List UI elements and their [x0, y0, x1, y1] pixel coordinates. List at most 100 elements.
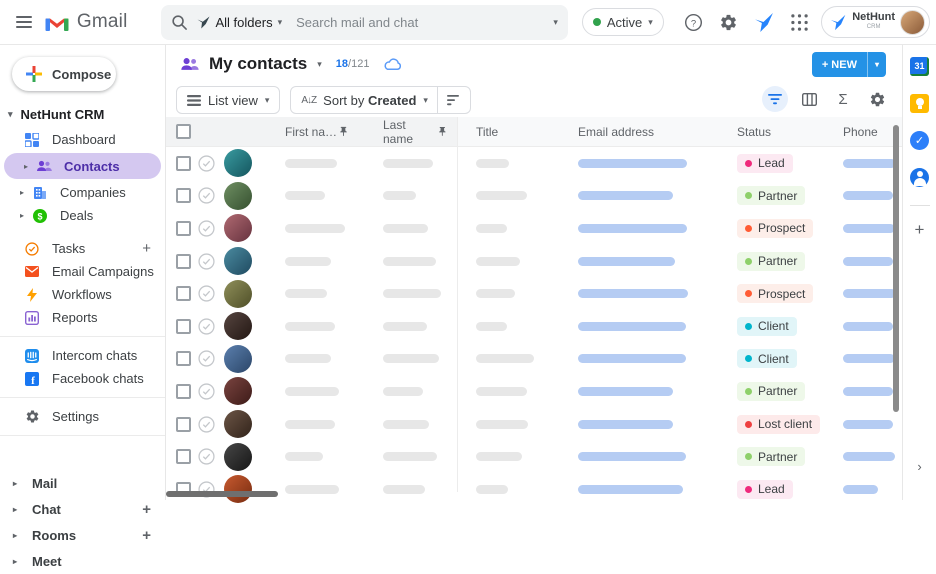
sidebar-item-intercom-chats[interactable]: Intercom chats	[0, 344, 165, 367]
select-record-check-icon[interactable]	[198, 448, 215, 465]
sort-direction-icon[interactable]	[447, 95, 460, 106]
new-record-button[interactable]: + NEW ▾	[812, 52, 886, 77]
add-task-button[interactable]: +	[142, 240, 151, 257]
pin-icon[interactable]	[437, 125, 448, 138]
status-badge[interactable]: Prospect	[737, 219, 813, 238]
view-switcher-chevron-icon[interactable]: ▾	[317, 59, 322, 70]
row-checkbox[interactable]	[176, 384, 191, 399]
contact-avatar[interactable]	[224, 182, 252, 210]
column-header-first-name[interactable]: First na…	[260, 125, 358, 139]
select-record-check-icon[interactable]	[198, 285, 215, 302]
contact-avatar[interactable]	[224, 443, 252, 471]
sidebar-item-contacts[interactable]: ▸ Contacts	[4, 153, 161, 179]
sidebar-item-deals[interactable]: ▸ $ Deals	[0, 204, 165, 227]
column-header-title[interactable]: Title	[457, 125, 578, 139]
status-badge[interactable]: Partner	[737, 382, 805, 401]
row-checkbox[interactable]	[176, 221, 191, 236]
collapse-panel-chevron-icon[interactable]: ›	[917, 459, 921, 474]
sidebar-item-tasks[interactable]: Tasks +	[0, 237, 165, 260]
search-bar[interactable]: All folders ▾ ▾	[161, 5, 568, 40]
select-record-check-icon[interactable]	[198, 383, 215, 400]
sidebar-item-dashboard[interactable]: Dashboard	[0, 128, 165, 151]
row-checkbox[interactable]	[176, 449, 191, 464]
table-row[interactable]: Prospect	[166, 277, 902, 310]
contact-avatar[interactable]	[224, 410, 252, 438]
status-badge[interactable]: Partner	[737, 447, 805, 466]
sidebar-item-mail[interactable]: ▸ Mail	[0, 470, 165, 496]
calendar-icon[interactable]: 31	[909, 55, 931, 77]
column-header-status[interactable]: Status	[737, 125, 843, 139]
table-row[interactable]: Prospect	[166, 212, 902, 245]
table-row[interactable]: Partner	[166, 245, 902, 278]
status-badge[interactable]: Partner	[737, 186, 805, 205]
status-badge[interactable]: Lead	[737, 154, 793, 173]
new-chat-button[interactable]: +	[142, 501, 151, 518]
select-record-check-icon[interactable]	[198, 253, 215, 270]
sidebar-item-reports[interactable]: Reports	[0, 306, 165, 329]
table-row[interactable]: Lost client	[166, 408, 902, 441]
google-apps-grid-button[interactable]	[784, 5, 815, 39]
contact-avatar[interactable]	[224, 280, 252, 308]
contact-avatar[interactable]	[224, 475, 252, 503]
sidebar-section-nethunt-crm[interactable]: ▾ NetHunt CRM	[0, 101, 165, 128]
expand-arrow-icon[interactable]: ▸	[8, 531, 22, 540]
status-badge[interactable]: Lost client	[737, 415, 820, 434]
search-options-chevron-icon[interactable]: ▾	[553, 17, 558, 28]
select-record-check-icon[interactable]	[198, 220, 215, 237]
sidebar-item-workflows[interactable]: Workflows	[0, 283, 165, 306]
table-settings-button[interactable]	[864, 86, 890, 112]
row-checkbox[interactable]	[176, 156, 191, 171]
column-header-email[interactable]: Email address	[578, 125, 737, 139]
vertical-scrollbar[interactable]	[893, 125, 899, 412]
sidebar-item-email-campaigns[interactable]: Email Campaigns	[0, 260, 165, 283]
help-button[interactable]: ?	[678, 5, 709, 39]
search-icon[interactable]	[171, 14, 188, 31]
contact-avatar[interactable]	[224, 377, 252, 405]
column-header-last-name[interactable]: Last name	[358, 118, 457, 146]
expand-arrow-icon[interactable]: ▸	[18, 162, 34, 171]
table-row[interactable]: Lead	[166, 147, 902, 180]
status-badge[interactable]: Client	[737, 317, 797, 336]
status-badge[interactable]: Prospect	[737, 284, 813, 303]
table-row[interactable]: Partner	[166, 375, 902, 408]
expand-arrow-icon[interactable]: ▸	[8, 505, 22, 514]
row-checkbox[interactable]	[176, 351, 191, 366]
select-record-check-icon[interactable]	[198, 416, 215, 433]
pin-icon[interactable]	[338, 125, 349, 138]
table-row[interactable]: Partner	[166, 180, 902, 213]
row-checkbox[interactable]	[176, 319, 191, 334]
table-row[interactable]: Partner	[166, 440, 902, 473]
aggregate-sigma-button[interactable]: Σ	[830, 86, 856, 112]
select-record-check-icon[interactable]	[198, 318, 215, 335]
table-row[interactable]: Lead	[166, 473, 902, 506]
new-room-button[interactable]: +	[142, 527, 151, 544]
google-contacts-icon[interactable]	[909, 166, 931, 188]
select-record-check-icon[interactable]	[198, 350, 215, 367]
get-addons-button[interactable]: +	[915, 220, 925, 240]
select-record-check-icon[interactable]	[198, 155, 215, 172]
contact-avatar[interactable]	[224, 247, 252, 275]
sidebar-item-meet[interactable]: ▸ Meet	[0, 548, 165, 574]
google-tasks-icon[interactable]: ✓	[909, 129, 931, 151]
sidebar-item-facebook-chats[interactable]: f Facebook chats	[0, 367, 165, 390]
keep-icon[interactable]	[909, 92, 931, 114]
row-checkbox[interactable]	[176, 254, 191, 269]
row-checkbox[interactable]	[176, 188, 191, 203]
sidebar-item-rooms[interactable]: ▸ Rooms +	[0, 522, 165, 548]
contact-avatar[interactable]	[224, 345, 252, 373]
availability-status-dropdown[interactable]: Active ▾	[582, 8, 664, 36]
status-badge[interactable]: Client	[737, 349, 797, 368]
search-input[interactable]	[296, 15, 553, 30]
sidebar-item-companies[interactable]: ▸ Companies	[0, 181, 165, 204]
nethunt-account-pill[interactable]: NetHuntCRM	[821, 6, 930, 38]
expand-arrow-icon[interactable]: ▸	[14, 188, 30, 197]
expand-arrow-icon[interactable]: ▸	[14, 211, 30, 220]
chevron-down-icon[interactable]: ▾	[868, 60, 886, 69]
sidebar-item-settings[interactable]: Settings	[0, 405, 165, 428]
row-checkbox[interactable]	[176, 417, 191, 432]
user-avatar[interactable]	[900, 10, 925, 35]
expand-arrow-icon[interactable]: ▸	[8, 557, 22, 566]
nethunt-app-button[interactable]	[749, 5, 780, 39]
search-folder-filter[interactable]: All folders ▾	[196, 15, 283, 30]
main-menu-icon[interactable]	[6, 2, 43, 42]
